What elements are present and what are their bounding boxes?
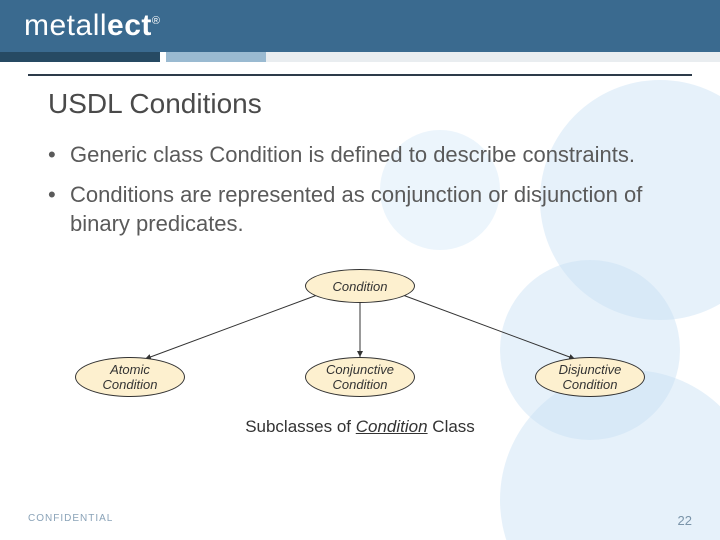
page-title: USDL Conditions [48,88,672,120]
diagram-caption: Subclasses of Condition Class [48,417,672,437]
header: metallect® [0,0,720,76]
confidential-label: CONFIDENTIAL [28,513,113,528]
diagram-node-child: Disjunctive Condition [535,357,645,397]
page-number: 22 [678,513,692,528]
caption-class: Condition [356,417,428,436]
bullet-item: Conditions are represented as conjunctio… [48,180,672,239]
content: USDL Conditions Generic class Condition … [0,76,720,437]
caption-prefix: Subclasses of [245,417,356,436]
bullet-item: Generic class Condition is defined to de… [48,140,672,170]
brand-reg: ® [152,15,161,27]
accent-stripe [0,52,720,62]
brand-part1: metall [24,9,107,42]
class-diagram: Condition Atomic Condition Conjunctive C… [60,269,660,409]
diagram-node-root: Condition [305,269,415,303]
brand-bar: metallect® [0,0,720,52]
brand-part2: ect [107,9,152,42]
caption-suffix: Class [428,417,475,436]
diagram-node-child: Atomic Condition [75,357,185,397]
brand-logo: metallect® [24,9,161,43]
diagram-node-child: Conjunctive Condition [305,357,415,397]
slide: metallect® USDL Conditions Generic class… [0,0,720,540]
footer: CONFIDENTIAL 22 [0,513,720,528]
bullet-list: Generic class Condition is defined to de… [48,140,672,239]
